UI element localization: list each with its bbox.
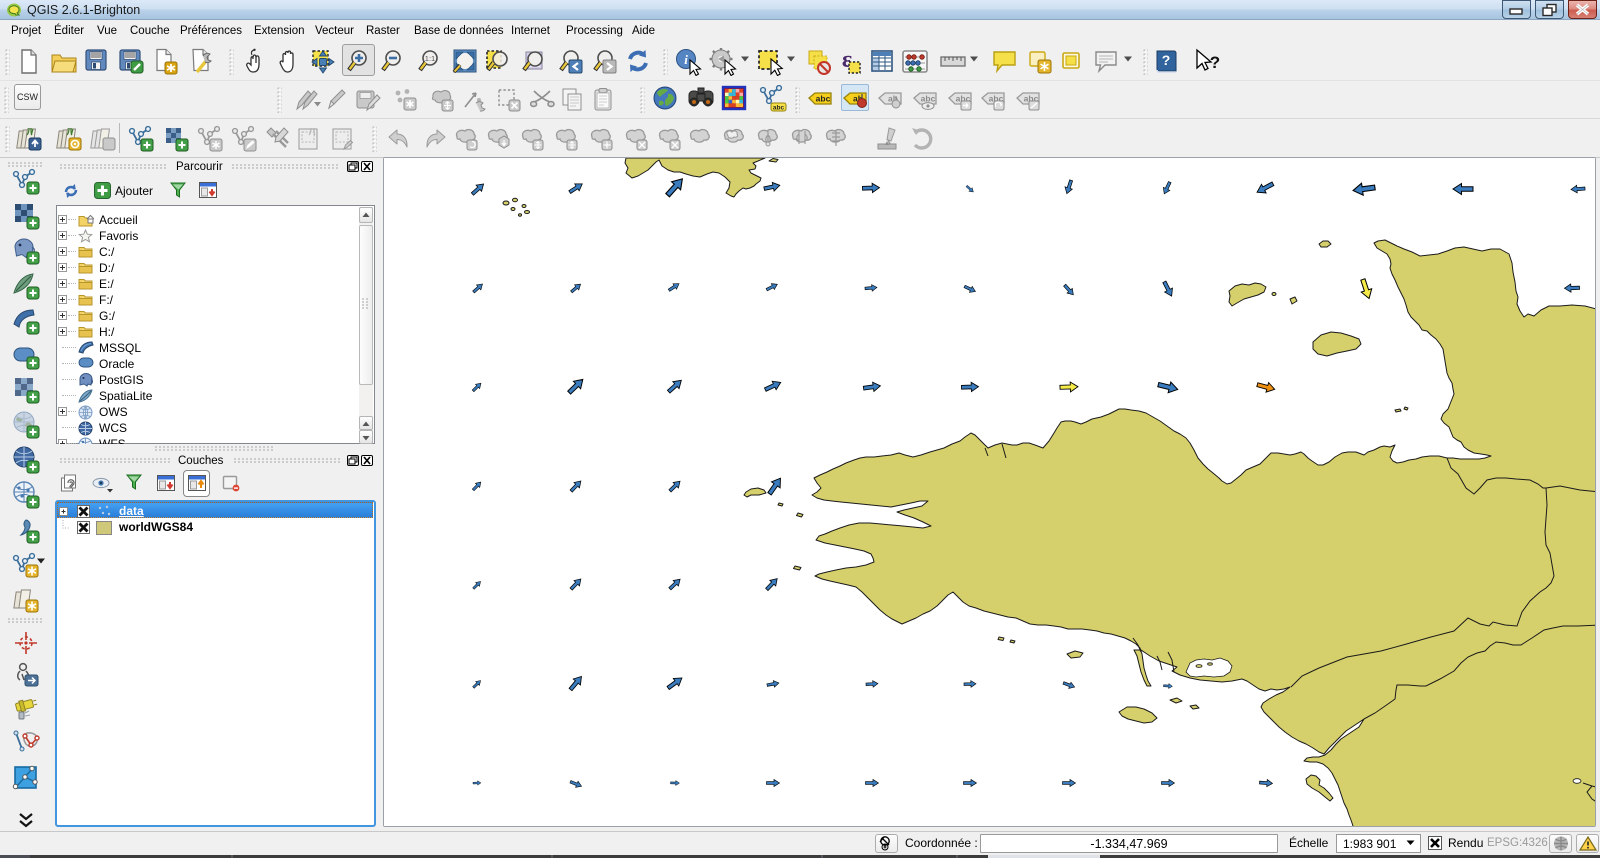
svg-text:i: i [684,52,688,67]
svg-text:1:1: 1:1 [425,54,435,63]
svg-text:abc: abc [921,94,936,104]
svg-text:?: ? [1162,52,1171,68]
svg-text:abc: abc [773,105,785,112]
svg-text:abc: abc [816,94,831,104]
svg-text:?: ? [1210,53,1220,72]
